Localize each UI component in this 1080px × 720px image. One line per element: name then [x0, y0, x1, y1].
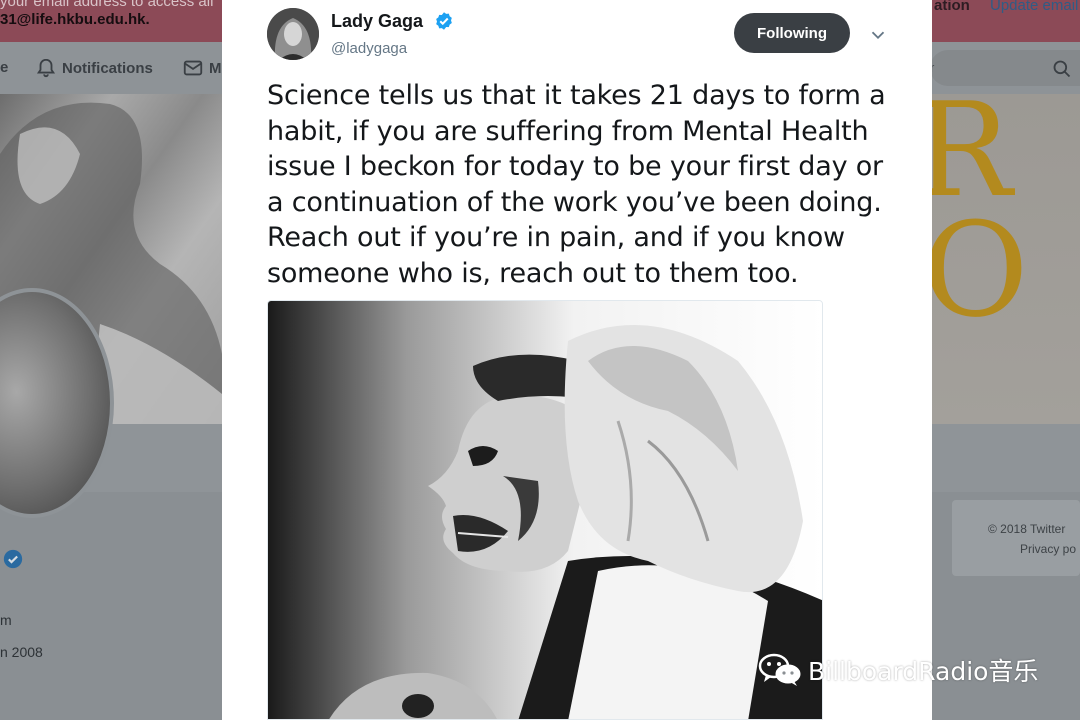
footer-copyright: © 2018 Twitter — [988, 522, 1066, 536]
profile-joined-date: n 2008 — [0, 644, 43, 660]
tweet-modal: Lady Gaga @ladygaga Following Science te… — [222, 0, 932, 720]
watermark: BillboardRadio音乐 — [758, 652, 1038, 688]
nav-notifications[interactable]: Notifications — [62, 60, 153, 77]
tweet-image[interactable] — [267, 300, 823, 720]
verified-badge-icon — [3, 549, 23, 569]
wechat-icon — [758, 653, 801, 686]
tweet-text: Science tells us that it takes 21 days t… — [267, 80, 886, 289]
nav-home[interactable]: e — [0, 59, 8, 76]
avatar-portrait — [267, 8, 319, 60]
following-button[interactable]: Following — [734, 13, 850, 53]
footer-card: © 2018 Twitter Privacy po — [952, 500, 1080, 576]
profile-detail: m — [0, 612, 12, 628]
cover-photo-right: R O — [914, 74, 1080, 424]
tweet-author-handle[interactable]: @ladygaga — [331, 40, 407, 57]
nav-messages[interactable]: M — [209, 60, 222, 77]
tweet-author-avatar[interactable] — [267, 8, 319, 60]
tweet-author-name[interactable]: Lady Gaga — [331, 11, 423, 32]
tweet-photo-art — [268, 301, 822, 719]
chevron-down-icon[interactable] — [867, 24, 889, 46]
mail-icon[interactable] — [182, 57, 204, 79]
cover-decoration: O — [922, 194, 1029, 346]
update-email-link[interactable]: Update email — [990, 0, 1078, 14]
banner-email: 31@life.hkbu.edu.hk. — [0, 11, 150, 28]
banner-action-button[interactable]: ation — [934, 0, 970, 14]
bell-icon[interactable] — [35, 57, 57, 79]
watermark-text: BillboardRadio音乐 — [808, 657, 1039, 686]
footer-privacy-link[interactable]: Privacy po — [1020, 542, 1076, 556]
banner-message: your email address to access all — [0, 0, 214, 10]
verified-badge-icon — [436, 12, 452, 30]
search-icon[interactable] — [1052, 59, 1072, 79]
